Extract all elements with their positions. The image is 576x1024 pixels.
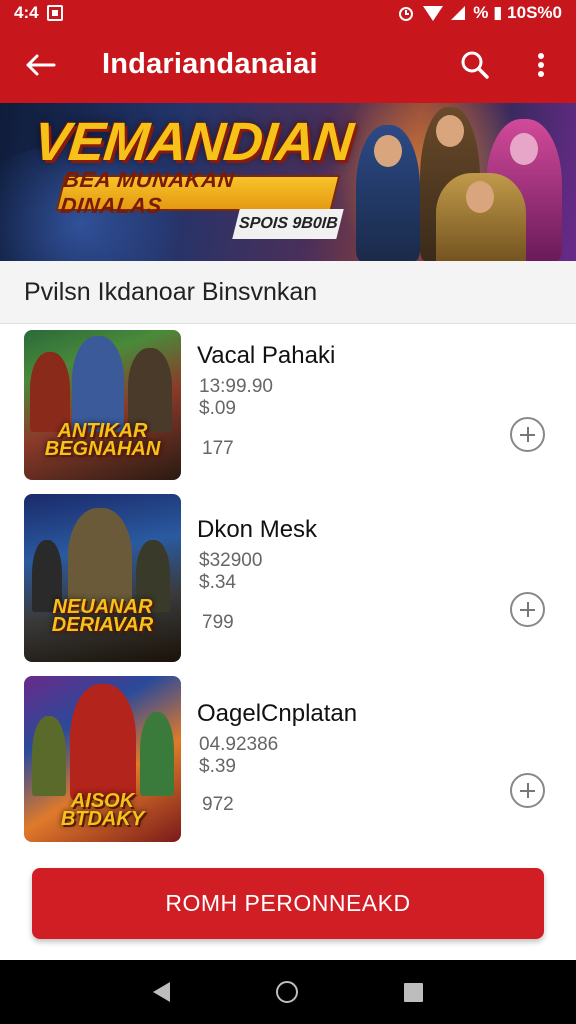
section-heading: Pvilsn Ikdanoar Binsvnkan (0, 261, 576, 324)
banner-hero (436, 173, 526, 261)
banner-title: VEMANDIAN (30, 112, 356, 172)
item-thumbnail: AISOK BTDAKY (24, 676, 181, 842)
item-subprice: $.39 (199, 756, 236, 777)
item-name: Vacal Pahaki (197, 342, 336, 369)
search-icon (461, 51, 489, 79)
search-button[interactable] (448, 35, 502, 95)
notification-icon (46, 5, 63, 21)
promo-banner[interactable]: VEMANDIAN BEA MUNAKAN DINALAS SPOIS 9B0I… (0, 103, 576, 261)
status-bar: 4:4 % ▮ 10S%0 (0, 0, 576, 26)
thumbnail-title: AISOK BTDAKY (60, 790, 145, 830)
more-options-button[interactable] (514, 35, 568, 95)
add-button[interactable] (510, 773, 545, 808)
add-button[interactable] (510, 592, 545, 627)
nav-home-icon[interactable] (276, 981, 298, 1003)
app-bar: Indariandanaiai (0, 26, 576, 103)
status-left: 4:4 (14, 3, 63, 23)
item-count: 177 (202, 438, 234, 459)
nav-recents-icon[interactable] (404, 982, 423, 1002)
item-subprice: $.34 (199, 572, 236, 593)
more-vert-icon (538, 52, 544, 77)
item-thumbnail: NEUANAR DERIAVAR (24, 494, 181, 662)
item-thumbnail: ANTIKAR BEGNAHAN (24, 330, 181, 480)
banner-hero (356, 125, 420, 261)
signal-icon (451, 6, 466, 20)
item-price: 13:99.90 (199, 376, 273, 397)
status-right: % ▮ 10S%0 (397, 3, 562, 23)
thumbnail-title: NEUANAR DERIAVAR (51, 596, 154, 636)
wifi-icon (423, 5, 444, 21)
system-nav-bar (0, 960, 576, 1024)
banner-tag-text: SPOIS 9B0IB (238, 215, 339, 232)
nav-back-icon[interactable] (153, 982, 170, 1002)
primary-action-button[interactable]: ROMH PERONNEAKD (32, 868, 544, 939)
list-item[interactable]: AISOK BTDAKY OagelCnplatan 04.92386 $.39… (0, 676, 576, 842)
item-count: 799 (202, 612, 234, 633)
status-right-text: % ▮ 10S%0 (473, 3, 562, 22)
item-name: OagelCnplatan (197, 700, 358, 727)
item-subprice: $.09 (199, 398, 236, 419)
list-item[interactable]: ANTIKAR BEGNAHAN Vacal Pahaki 13:99.90 $… (0, 328, 576, 488)
alarm-icon (399, 7, 414, 21)
item-name: Dkon Mesk (197, 516, 318, 543)
item-price: 04.92386 (199, 734, 279, 755)
banner-tag: SPOIS 9B0IB (232, 209, 344, 239)
banner-subtitle-strip: BEA MUNAKAN DINALAS (55, 167, 341, 218)
add-button[interactable] (510, 417, 545, 452)
status-time: 4:4 (14, 3, 39, 22)
list-item[interactable]: NEUANAR DERIAVAR Dkon Mesk $32900 $.34 7… (0, 494, 576, 662)
item-price: $32900 (199, 550, 263, 571)
page-title: Indariandanaiai (102, 48, 318, 80)
item-count: 972 (202, 794, 234, 815)
back-button[interactable] (10, 35, 70, 95)
arrow-left-icon (26, 54, 56, 75)
thumbnail-title: ANTIKAR BEGNAHAN (44, 420, 161, 460)
